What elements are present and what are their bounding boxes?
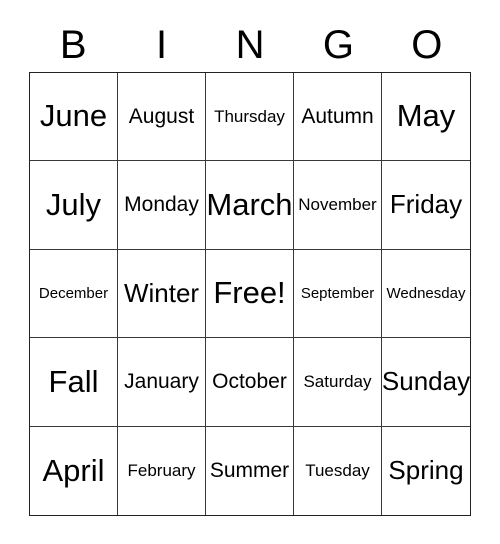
bingo-cell-label: December <box>38 284 109 302</box>
bingo-cell[interactable]: January <box>118 338 206 427</box>
bingo-cell-label: Saturday <box>303 371 372 391</box>
bingo-cell-label: July <box>45 186 102 222</box>
bingo-cell-label: Thursday <box>214 106 285 126</box>
header-letter-g: G <box>322 23 354 67</box>
bingo-cell-label: November <box>298 195 377 215</box>
bingo-cell-label: Tuesday <box>305 460 370 480</box>
bingo-cell-label: Spring <box>388 455 464 486</box>
bingo-cell-label: Summer <box>209 458 290 482</box>
bingo-grid: June August Thursday Autumn May July Monday Mar… <box>29 72 471 516</box>
bingo-cell-label: April <box>42 452 105 488</box>
header-letter-i: I <box>156 23 168 67</box>
bingo-cell[interactable]: Saturday <box>294 338 382 427</box>
bingo-cell-label: Free! <box>213 275 286 311</box>
bingo-cell[interactable]: April <box>30 426 118 515</box>
bingo-cell[interactable]: Sunday <box>382 338 470 427</box>
bingo-cell[interactable]: June <box>30 73 118 162</box>
bingo-cell-label: May <box>396 98 456 134</box>
bingo-cell[interactable]: Fall <box>30 338 118 427</box>
bingo-card: B I N G O June August Thursday Autumn May Jul… <box>0 0 500 544</box>
bingo-cell-label: January <box>124 369 199 393</box>
bingo-cell[interactable]: November <box>294 161 382 250</box>
bingo-cell[interactable]: September <box>294 249 382 339</box>
bingo-cell-label: Winter <box>123 277 200 308</box>
bingo-cell[interactable]: February <box>118 426 206 515</box>
bingo-cell-label: June <box>39 98 108 134</box>
bingo-cell-label: September <box>300 284 375 302</box>
header-letter-o: O <box>411 23 443 67</box>
bingo-cell[interactable]: Friday <box>382 161 470 250</box>
bingo-cell[interactable]: Tuesday <box>294 426 382 515</box>
bingo-cell[interactable]: August <box>118 73 206 162</box>
bingo-cell[interactable]: Monday <box>118 161 206 250</box>
bingo-cell-label: Sunday <box>382 366 470 397</box>
bingo-cell-label: February <box>127 460 196 480</box>
bingo-cell-label: Autumn <box>301 104 374 128</box>
bingo-cell-label: Friday <box>389 189 463 220</box>
bingo-cell[interactable]: December <box>30 249 118 339</box>
bingo-cell[interactable]: Winter <box>118 249 206 339</box>
bingo-cell[interactable]: Spring <box>382 426 470 515</box>
bingo-cell-label: March <box>206 186 293 222</box>
bingo-cell[interactable]: May <box>382 73 470 162</box>
bingo-cell-label: Fall <box>48 363 99 399</box>
bingo-header: B I N G O <box>29 18 471 72</box>
bingo-cell-label: August <box>128 104 195 128</box>
bingo-cell[interactable]: Wednesday <box>382 249 470 339</box>
bingo-cell[interactable]: July <box>30 161 118 250</box>
bingo-cell[interactable]: Free! <box>206 249 294 339</box>
bingo-cell[interactable]: October <box>206 338 294 427</box>
header-letter-b: B <box>59 23 87 67</box>
bingo-cell[interactable]: Summer <box>206 426 294 515</box>
bingo-cell-label: Wednesday <box>386 284 466 302</box>
bingo-cell[interactable]: March <box>206 161 294 250</box>
bingo-cell-label: October <box>212 369 287 393</box>
header-letter-n: N <box>235 23 265 67</box>
bingo-cell[interactable]: Thursday <box>206 73 294 162</box>
bingo-cell-label: Monday <box>124 193 199 217</box>
bingo-cell[interactable]: Autumn <box>294 73 382 162</box>
